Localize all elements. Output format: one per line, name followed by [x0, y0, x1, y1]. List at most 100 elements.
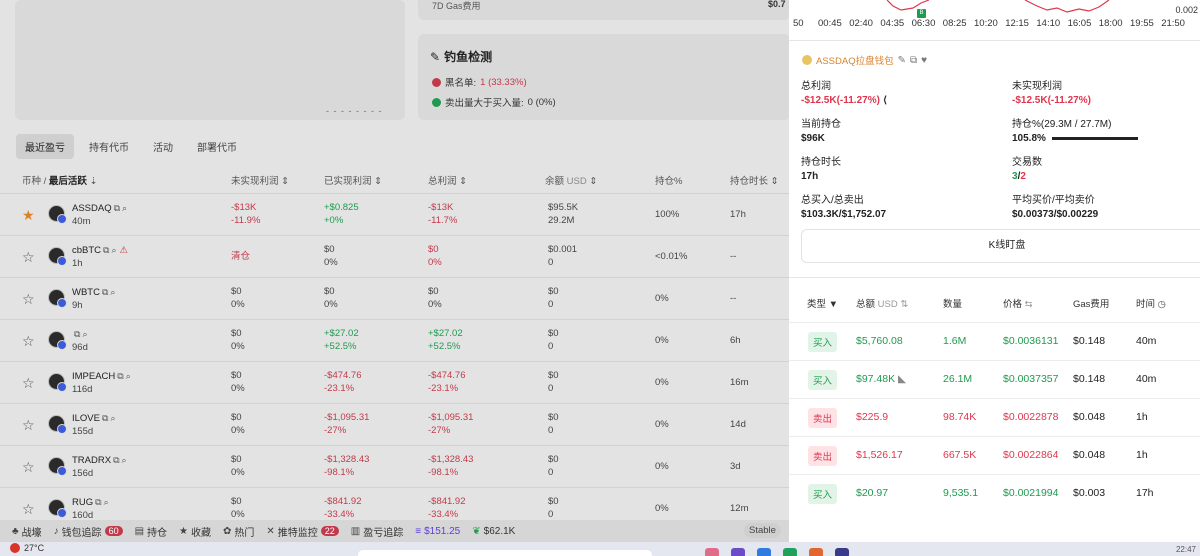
- favorite-star-icon[interactable]: ★: [22, 207, 35, 224]
- app-icon[interactable]: [731, 548, 745, 556]
- copy-icon[interactable]: ⧉: [910, 55, 917, 66]
- col-hold-time[interactable]: 持仓时长 ⇕: [730, 173, 779, 187]
- token-cell[interactable]: ⧉ ⌕ 96d: [72, 328, 88, 354]
- col-position[interactable]: 持仓%: [655, 173, 682, 187]
- tab-recent-pnl[interactable]: 最近盈亏: [16, 134, 74, 159]
- table-row[interactable]: ★ ASSDAQ ⧉ ⌕ 40m -$13K -11.9% +$0.825 +0% -$13K -1…: [0, 193, 789, 235]
- hold-time-cell: 16m: [730, 377, 749, 388]
- col-qty[interactable]: 数量: [943, 296, 962, 310]
- search-icon[interactable]: ⌕: [122, 455, 127, 465]
- favorite-star-icon[interactable]: ☆: [22, 501, 35, 518]
- edit-icon[interactable]: ✎: [898, 55, 906, 66]
- axis-tick-label: 21:50: [1161, 18, 1185, 29]
- copy-icon[interactable]: ⧉: [74, 329, 80, 339]
- copy-icon[interactable]: ⧉: [102, 413, 108, 423]
- app-icon[interactable]: [783, 548, 797, 556]
- col-token[interactable]: 币种 / 最后活跃 ⇣: [22, 173, 98, 187]
- favorite-star-icon[interactable]: ☆: [22, 333, 35, 350]
- favorite-star-icon[interactable]: ☆: [22, 417, 35, 434]
- trade-price: $0.0037357: [1003, 373, 1059, 385]
- table-row[interactable]: ☆ IMPEACH ⧉ ⌕ 116d $0 0% -$474.76 -23.1% -$474.76…: [0, 361, 789, 403]
- balance-cell: $0 0: [548, 496, 559, 520]
- app-icon[interactable]: [705, 548, 719, 556]
- axis-tick-label: 10:20: [974, 18, 998, 29]
- trade-type-badge: 卖出: [808, 446, 838, 466]
- table-row[interactable]: ☆ ILOVE ⧉ ⌕ 155d $0 0% -$1,095.31 -27% -$1,095.31…: [0, 403, 789, 445]
- bottom-nav-item[interactable]: ≡ $151.25: [415, 526, 460, 537]
- kline-button[interactable]: K线盯盘: [801, 229, 1200, 263]
- search-icon[interactable]: ⌕: [122, 203, 127, 213]
- bottom-nav-item[interactable]: ♪ 钱包追踪 60: [54, 524, 123, 539]
- trade-row[interactable]: 卖出 $225.9 98.74K $0.0022878 $0.048 1h: [789, 398, 1200, 436]
- col-type[interactable]: 类型 ▼: [807, 296, 838, 310]
- col-realized[interactable]: 已实现利润 ⇕: [324, 173, 382, 187]
- token-cell[interactable]: RUG ⧉ ⌕ 160d: [72, 496, 109, 522]
- table-row[interactable]: ☆ ⧉ ⌕ 96d $0 0% +$27.02 +52.5% +$27.02 +52.5% $0 0 0…: [0, 319, 789, 361]
- tab-deployed[interactable]: 部署代币: [188, 134, 246, 159]
- bottom-nav-item[interactable]: ♣ 战壕: [12, 524, 42, 539]
- col-unrealized[interactable]: 未实现利润 ⇕: [231, 173, 289, 187]
- table-row[interactable]: ☆ WBTC ⧉ ⌕ 9h $0 0% $0 0% $0 0% $0 0 0% --: [0, 277, 789, 319]
- gear-icon: ✿: [223, 525, 232, 537]
- bottom-nav-item[interactable]: ✕ 推特监控 22: [266, 524, 339, 539]
- bottom-nav-item[interactable]: ▥ 盈亏追踪: [351, 524, 403, 539]
- col-balance[interactable]: 余额 USD ⇕: [545, 173, 597, 187]
- search-icon[interactable]: ⌕: [110, 287, 115, 297]
- favorite-star-icon[interactable]: ☆: [22, 375, 35, 392]
- search-icon[interactable]: ⌕: [82, 329, 87, 339]
- col-price[interactable]: 价格 ⇆: [1003, 296, 1033, 310]
- token-cell[interactable]: IMPEACH ⧉ ⌕ 116d: [72, 370, 131, 396]
- copy-icon[interactable]: ⧉: [103, 245, 109, 255]
- realized-cell: -$1,095.31 -27%: [324, 412, 370, 436]
- realized-cell: $0 0%: [324, 286, 338, 310]
- app-icon[interactable]: [757, 548, 771, 556]
- tab-activity[interactable]: 活动: [144, 134, 182, 159]
- trade-row[interactable]: 买入 $5,760.08 1.6M $0.0036131 $0.148 40m: [789, 322, 1200, 360]
- col-total[interactable]: 总利润 ⇕: [428, 173, 467, 187]
- copy-icon[interactable]: ⧉: [117, 371, 123, 381]
- copy-icon[interactable]: ⧉: [95, 497, 101, 507]
- copy-icon[interactable]: ⧉: [102, 287, 108, 297]
- wallet-name[interactable]: ASSDAQ拉盘钱包: [816, 53, 894, 67]
- table-row[interactable]: ☆ cbBTC ⧉ ⌕ ⚠ 1h 清仓 $0 0% $0 0% $0.001 0 <0.01% --: [0, 235, 789, 277]
- taskbar-search[interactable]: [358, 550, 652, 556]
- token-cell[interactable]: WBTC ⧉ ⌕ 9h: [72, 286, 115, 312]
- trade-row[interactable]: 买入 $97.48K ◣ 26.1M $0.0037357 $0.148 40m: [789, 360, 1200, 398]
- token-cell[interactable]: ILOVE ⧉ ⌕ 155d: [72, 412, 115, 438]
- bottom-nav-item[interactable]: ✿ 热门: [223, 524, 254, 539]
- red-dot-icon: [432, 77, 441, 87]
- table-row[interactable]: ☆ TRADRX ⧉ ⌕ 156d $0 0% -$1,328.43 -98.1% -$1,328…: [0, 445, 789, 487]
- copy-icon[interactable]: ⧉: [114, 203, 120, 213]
- token-cell[interactable]: TRADRX ⧉ ⌕ 156d: [72, 454, 127, 480]
- weather-widget[interactable]: 27°C: [10, 543, 44, 553]
- position-cell: <0.01%: [655, 251, 688, 262]
- search-icon[interactable]: ⌕: [104, 497, 109, 507]
- favorite-star-icon[interactable]: ☆: [22, 291, 35, 308]
- tab-holdings[interactable]: 持有代币: [80, 134, 138, 159]
- search-icon[interactable]: ⌕: [111, 245, 116, 255]
- heart-icon[interactable]: ♥: [921, 55, 927, 66]
- app-icon[interactable]: [809, 548, 823, 556]
- col-total[interactable]: 总额 USD ⇅: [856, 296, 908, 310]
- trade-row[interactable]: 买入 $20.97 9,535.1 $0.0021994 $0.003 17h: [789, 474, 1200, 512]
- favorite-star-icon[interactable]: ☆: [22, 249, 35, 266]
- trade-total: $1,526.17: [856, 449, 903, 461]
- search-icon[interactable]: ⌕: [126, 371, 131, 381]
- position-cell: 0%: [655, 419, 669, 430]
- col-time[interactable]: 时间 ◷: [1136, 296, 1166, 310]
- bottom-nav-item[interactable]: ▤ 持仓: [135, 524, 167, 539]
- token-cell[interactable]: cbBTC ⧉ ⌕ ⚠ 1h: [72, 244, 128, 270]
- col-gas[interactable]: Gas费用: [1073, 296, 1109, 310]
- trade-row[interactable]: 卖出 $1,526.17 667.5K $0.0022864 $0.048 1h: [789, 436, 1200, 474]
- tree-icon: ♣: [12, 525, 19, 537]
- favorite-star-icon[interactable]: ☆: [22, 459, 35, 476]
- unrealized-cell: $0 0%: [231, 454, 245, 478]
- share-icon[interactable]: ⟨: [883, 95, 888, 106]
- search-icon[interactable]: ⌕: [110, 413, 115, 423]
- stable-badge[interactable]: Stable: [744, 523, 781, 538]
- bottom-nav-item[interactable]: ★ 收藏: [179, 524, 211, 539]
- bottom-nav-item[interactable]: ❦ $62.1K: [472, 526, 515, 537]
- app-icon[interactable]: [835, 548, 849, 556]
- token-cell[interactable]: ASSDAQ ⧉ ⌕ 40m: [72, 202, 127, 228]
- copy-icon[interactable]: ⧉: [113, 455, 119, 465]
